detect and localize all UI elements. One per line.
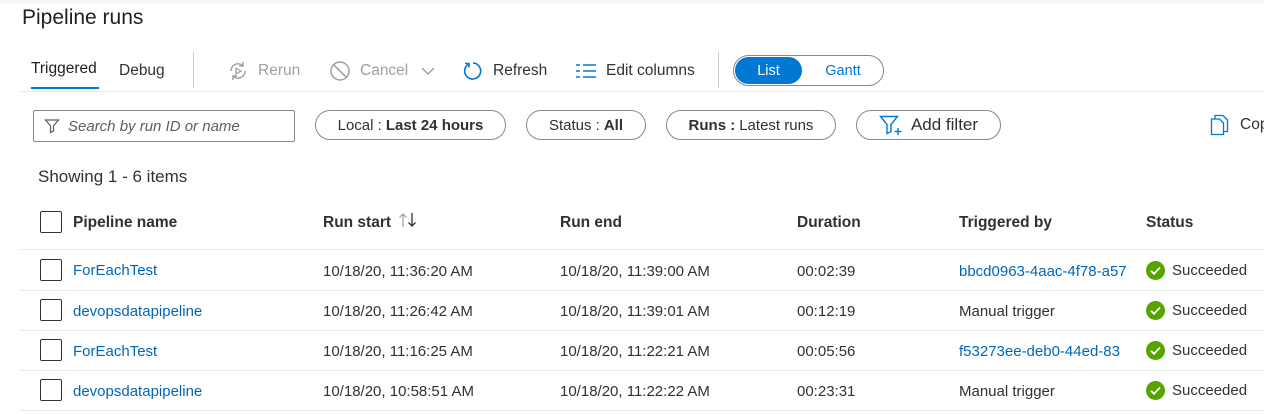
toolbar-divider-2 (718, 52, 719, 88)
item-count: Showing 1 - 6 items (38, 167, 188, 186)
status-label: Succeeded (1172, 382, 1248, 399)
refresh-label: Refresh (493, 62, 548, 79)
status-filter-key: Status : (548, 116, 600, 134)
add-filter-icon (878, 115, 902, 135)
local-time-filter[interactable]: Local : Last 24 hours (315, 110, 506, 140)
pipeline-name-link[interactable]: devopsdatapipeline (73, 383, 202, 400)
duration-cell: 00:05:56 (797, 343, 856, 360)
column-header-triggered-by[interactable]: Triggered by (959, 214, 1052, 232)
rerun-label: Rerun (258, 62, 301, 79)
pipeline-name-link[interactable]: ForEachTest (73, 262, 157, 279)
column-header-run-start[interactable]: Run start (323, 211, 418, 232)
row-checkbox[interactable] (40, 339, 62, 361)
success-check-icon (1146, 261, 1165, 280)
chevron-down-icon[interactable] (420, 63, 436, 79)
run-end-cell: 10/18/20, 11:39:00 AM (560, 263, 710, 280)
list-view-button[interactable]: List (735, 57, 802, 84)
runs-filter-key: Runs : (688, 116, 736, 134)
add-filter-label: Add filter (910, 115, 979, 134)
run-start-cell: 10/18/20, 11:36:20 AM (323, 263, 473, 280)
copy-label: Cop (1240, 116, 1264, 133)
cancel-label: Cancel (360, 62, 409, 79)
rerun-icon (230, 62, 246, 80)
duration-cell: 00:23:31 (797, 383, 856, 400)
search-box (33, 110, 295, 142)
row-checkbox[interactable] (40, 379, 62, 401)
duration-cell: 00:02:39 (797, 263, 856, 280)
copy-button[interactable]: Cop (1210, 114, 1264, 136)
run-start-header-label: Run start (323, 214, 392, 231)
local-filter-value: Last 24 hours (385, 116, 484, 134)
tab-debug[interactable]: Debug (119, 62, 165, 80)
run-end-cell: 10/18/20, 11:22:22 AM (560, 383, 710, 400)
column-header-status[interactable]: Status (1146, 214, 1193, 232)
refresh-button[interactable]: Refresh (462, 59, 547, 83)
pipeline-name-link[interactable]: devopsdatapipeline (73, 303, 202, 320)
status-cell: Succeeded (1146, 381, 1247, 400)
status-filter-value: All (603, 116, 624, 134)
tab-triggered[interactable]: Triggered (31, 60, 97, 78)
row-checkbox[interactable] (40, 259, 62, 281)
row-divider (20, 290, 1264, 291)
success-check-icon (1146, 381, 1165, 400)
edit-columns-icon (576, 64, 596, 78)
row-divider (20, 330, 1264, 331)
success-check-icon (1146, 341, 1165, 360)
status-filter[interactable]: Status : All (526, 110, 646, 140)
cancel-icon (330, 61, 350, 81)
edit-columns-button[interactable]: Edit columns (575, 59, 695, 83)
run-end-cell: 10/18/20, 11:22:21 AM (560, 343, 710, 360)
triggered-by-link[interactable]: f53273ee-deb0-44ed-83 (959, 343, 1139, 360)
row-divider (20, 370, 1264, 371)
toolbar-bottom-border (20, 91, 1264, 92)
row-divider (20, 410, 1264, 411)
tab-active-underline (31, 87, 99, 89)
local-filter-key: Local : (337, 116, 382, 134)
rerun-button[interactable]: Rerun (227, 59, 300, 83)
column-header-pipeline-name[interactable]: Pipeline name (73, 214, 177, 232)
select-all-checkbox[interactable] (40, 211, 62, 233)
header-divider (20, 249, 1264, 250)
status-cell: Succeeded (1146, 261, 1247, 280)
gantt-view-button[interactable]: Gantt (804, 57, 882, 84)
row-checkbox[interactable] (40, 299, 62, 321)
run-end-cell: 10/18/20, 11:39:01 AM (560, 303, 710, 320)
copy-icon (1210, 114, 1229, 136)
status-cell: Succeeded (1146, 301, 1247, 320)
triggered-by-link[interactable]: bbcd0963-4aac-4f78-a57 (959, 263, 1139, 280)
run-start-cell: 10/18/20, 11:16:25 AM (323, 343, 473, 360)
status-label: Succeeded (1172, 342, 1248, 359)
column-header-duration[interactable]: Duration (797, 214, 861, 232)
triggered-by-cell: Manual trigger (959, 303, 1055, 320)
status-label: Succeeded (1172, 302, 1248, 319)
top-shade (0, 0, 1264, 6)
run-start-cell: 10/18/20, 10:58:51 AM (323, 383, 474, 400)
run-start-cell: 10/18/20, 11:26:42 AM (323, 303, 473, 320)
runs-filter-value: Latest runs (739, 116, 814, 134)
duration-cell: 00:12:19 (797, 303, 856, 320)
cancel-button[interactable]: Cancel (329, 59, 436, 83)
status-cell: Succeeded (1146, 341, 1247, 360)
runs-filter[interactable]: Runs : Latest runs (666, 110, 836, 140)
search-input[interactable] (68, 117, 278, 135)
edit-columns-label: Edit columns (606, 62, 695, 79)
view-toggle: List Gantt (733, 55, 884, 86)
column-header-run-end[interactable]: Run end (560, 214, 622, 232)
pipeline-name-link[interactable]: ForEachTest (73, 343, 157, 360)
page-title: Pipeline runs (22, 6, 144, 29)
refresh-icon (463, 62, 482, 80)
toolbar-divider (193, 52, 194, 88)
triggered-by-cell: Manual trigger (959, 383, 1055, 400)
filter-icon (44, 119, 60, 134)
success-check-icon (1146, 301, 1165, 320)
status-label: Succeeded (1172, 262, 1248, 279)
sort-icon[interactable] (398, 211, 418, 229)
add-filter-button[interactable]: Add filter (856, 110, 1001, 140)
